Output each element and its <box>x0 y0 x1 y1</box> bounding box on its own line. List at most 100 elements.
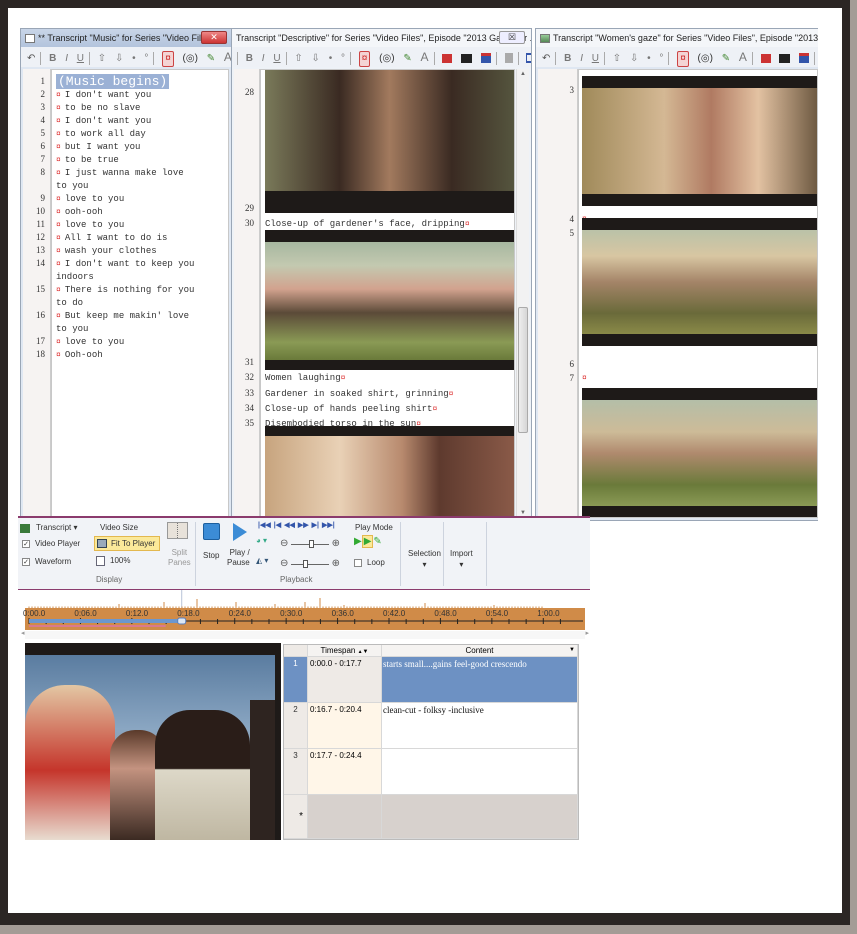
scroll-left-arrow[interactable]: ◂ <box>21 629 25 637</box>
column-header-timespan[interactable]: Timespan ▲▼ <box>308 645 382 657</box>
loop-checkbox[interactable]: Loop <box>354 558 385 567</box>
down-arrow-icon[interactable]: ⇩ <box>312 49 320 67</box>
undo-icon[interactable]: ↶ <box>542 49 550 67</box>
filter-icon[interactable]: ▼ <box>569 645 575 656</box>
stop-button[interactable] <box>203 523 220 540</box>
scroll-up-arrow[interactable]: ▲ <box>520 71 526 77</box>
new-row-cell[interactable] <box>308 795 382 839</box>
snapshot-icon[interactable]: (◎) <box>379 49 394 67</box>
transcript-line-continuation[interactable]: to you <box>56 324 88 334</box>
transcript-line-continuation[interactable]: to do <box>56 298 83 308</box>
import-menu[interactable]: Import ▾ <box>450 548 473 570</box>
transcript-line[interactable]: Close-up of hands peeling shirt¤ <box>265 404 437 414</box>
playback-nav-button[interactable]: ▶▶ <box>298 521 309 529</box>
playback-nav-button[interactable]: ◀◀ <box>284 521 295 529</box>
transcript-line[interactable]: Disembodied torso in the sun¤ <box>265 419 421 429</box>
transcript-line[interactable]: ¤ love to you <box>56 220 124 230</box>
transcript-menu[interactable]: Transcript ▾ <box>36 523 78 532</box>
transcript-line[interactable]: ¤ But keep me makin' love <box>56 311 189 321</box>
speed-slider[interactable]: ⊖ ⊕ <box>280 538 340 549</box>
play-pause-button[interactable]: Play / Pause <box>227 548 250 568</box>
keyword-icon[interactable] <box>760 53 771 63</box>
underline-button[interactable]: U <box>273 49 280 67</box>
transcript-line[interactable]: ¤ I don't want to keep you <box>56 259 194 269</box>
volume-slider[interactable]: ⊖ ⊕ <box>280 558 340 569</box>
transcript-line[interactable]: ¤ wash your clothes <box>56 246 157 256</box>
panel-titlebar[interactable]: ** Transcript "Music" for Series "Video … <box>21 29 231 47</box>
row-header[interactable]: 2 <box>284 703 308 749</box>
transcript-line[interactable]: ¤ There is nothing for you <box>56 285 194 295</box>
degree-icon[interactable]: ° <box>144 49 148 67</box>
italic-button[interactable]: I <box>65 49 68 67</box>
key-icon[interactable] <box>779 53 791 63</box>
timecode-icon[interactable]: ¤ <box>358 51 371 67</box>
playback-nav-button[interactable]: |◀◀ <box>258 521 271 529</box>
transcript-line[interactable]: Women laughing¤ <box>265 373 345 383</box>
down-arrow-icon[interactable]: ⇩ <box>115 49 123 67</box>
underline-button[interactable]: U <box>592 49 599 67</box>
waveform-checkbox[interactable]: ✓ Waveform <box>22 557 71 566</box>
save-icon[interactable] <box>799 53 810 64</box>
font-icon[interactable]: A <box>420 47 428 67</box>
transcript-line[interactable]: ¤ but I want you <box>56 142 140 152</box>
checkbox[interactable] <box>354 558 362 567</box>
transcript-line[interactable]: ¤ to work all day <box>56 129 146 139</box>
panel-titlebar[interactable]: Transcript "Women's gaze" for Series "Vi… <box>536 29 818 47</box>
loop-play-icon[interactable]: ▶ <box>361 535 374 548</box>
italic-button[interactable]: I <box>580 49 583 67</box>
paste-icon[interactable] <box>504 53 513 64</box>
playback-nav-button[interactable]: ▶| <box>312 521 319 529</box>
transcript-line[interactable]: ¤ ooh-ooh <box>56 207 103 217</box>
degree-icon[interactable]: ° <box>659 49 663 67</box>
up-arrow-icon[interactable]: ⇧ <box>294 49 302 67</box>
transcript-line[interactable]: ¤ All I want to do is <box>56 233 167 243</box>
keyword-icon[interactable] <box>442 53 453 63</box>
transcript-line[interactable]: ¤ I don't want you <box>56 116 151 126</box>
transcript-line[interactable]: ¤ I don't want you <box>56 90 151 100</box>
transcript-line[interactable]: ¤ love to you <box>56 194 124 204</box>
dot-icon[interactable]: • <box>329 49 333 67</box>
degree-icon[interactable]: ° <box>341 49 345 67</box>
playback-nav-button[interactable]: |◀ <box>274 521 281 529</box>
transcript-line[interactable]: ¤ to be true <box>56 155 119 165</box>
increase-icon[interactable]: ⊕ <box>332 538 340 549</box>
selection-menu[interactable]: Selection ▾ <box>408 548 441 570</box>
save-icon[interactable] <box>480 53 491 64</box>
transcript-line[interactable]: ¤ Ooh-ooh <box>56 350 103 360</box>
fit-to-player-button[interactable]: Fit To Player <box>94 536 161 552</box>
playhead-handle[interactable] <box>177 617 187 625</box>
font-icon[interactable]: A <box>224 47 231 67</box>
transcript-line[interactable]: ¤ I just wanna make love <box>56 168 184 178</box>
down-arrow-icon[interactable]: ⇩ <box>630 49 638 67</box>
content-cell[interactable] <box>382 749 578 795</box>
slider-thumb[interactable] <box>302 560 308 568</box>
timespan-cell[interactable]: 0:17.7 - 0:24.4 <box>308 749 382 795</box>
content-cell[interactable]: clean-cut - folksy -inclusive <box>382 703 578 749</box>
dot-icon[interactable]: • <box>647 49 651 67</box>
dot-icon[interactable]: • <box>132 49 136 67</box>
italic-button[interactable]: I <box>262 49 265 67</box>
scroll-thumb[interactable] <box>518 307 528 433</box>
timeline-track[interactable] <box>25 608 585 630</box>
horizontal-scrollbar[interactable]: ◂ ▸ <box>21 630 589 639</box>
timeline[interactable]: 0:00.0 0:06.0 0:12.0 0:18.0 0:24.0 0:30.0 0:36… <box>23 608 585 630</box>
timecode-icon[interactable]: ¤ <box>677 51 689 67</box>
play-pause-icon[interactable] <box>233 523 247 541</box>
underline-button[interactable]: U <box>77 49 84 67</box>
column-header-content[interactable]: Content ▼ <box>382 645 578 657</box>
row-header[interactable]: 1 <box>284 657 308 703</box>
decrease-icon[interactable]: ⊖ <box>280 538 288 549</box>
up-arrow-icon[interactable]: ⇧ <box>613 49 621 67</box>
speed-icon[interactable]: ◕ ▾ <box>256 536 267 545</box>
stop-label[interactable]: Stop <box>203 551 219 560</box>
transcript-line[interactable]: (Music begins) <box>56 74 170 89</box>
bold-button[interactable]: B <box>246 49 253 67</box>
volume-icon[interactable]: ◭ ▾ <box>256 556 268 565</box>
transcript-line-continuation[interactable]: indoors <box>56 272 94 282</box>
bold-button[interactable]: B <box>564 49 571 67</box>
transcript-line-continuation[interactable]: to you <box>56 181 88 191</box>
timespan-cell[interactable]: 0:00.0 - 0:17.7 <box>308 657 382 703</box>
panel-titlebar[interactable]: Transcript "Descriptive" for Series "Vid… <box>232 29 531 47</box>
video-player[interactable] <box>25 643 281 840</box>
timespan-cell[interactable]: 0:16.7 - 0:20.4 <box>308 703 382 749</box>
